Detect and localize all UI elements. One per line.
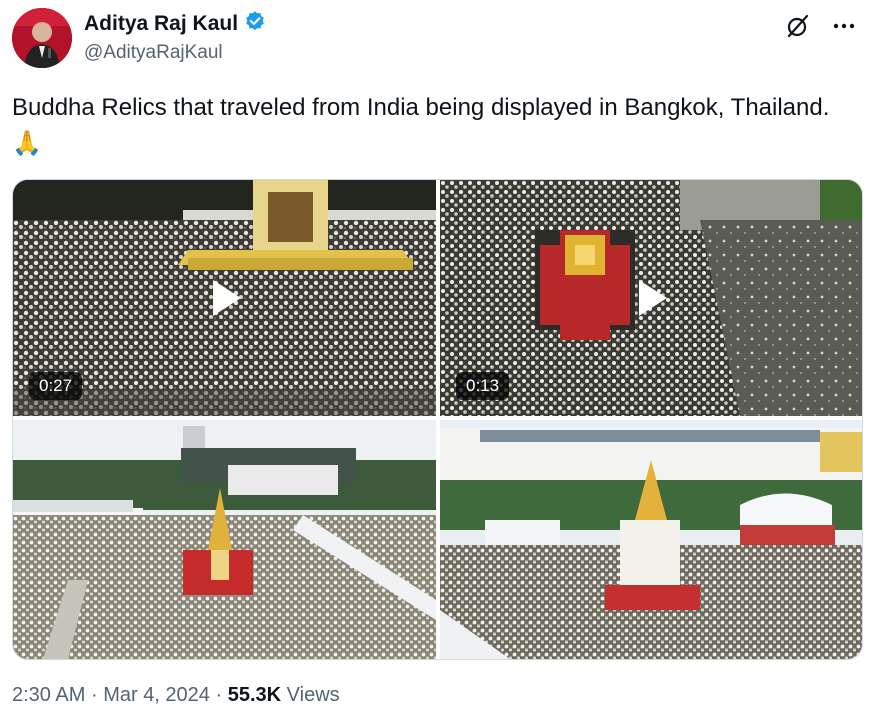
- views-label: Views: [286, 684, 340, 706]
- meta-separator: ·: [90, 684, 98, 706]
- play-icon[interactable]: [620, 267, 682, 329]
- header-actions: [784, 12, 858, 40]
- author-handle[interactable]: @AdityaRajKaul: [84, 42, 223, 64]
- media-image-1[interactable]: [13, 420, 436, 659]
- tweet-date[interactable]: Mar 4, 2024: [103, 684, 210, 706]
- more-dots-icon[interactable]: [830, 12, 858, 40]
- meta-separator: ·: [215, 684, 223, 706]
- media-grid: 0:27 0:13: [12, 179, 863, 660]
- tweet-text: Buddha Relics that traveled from India b…: [12, 94, 830, 157]
- play-icon[interactable]: [194, 267, 256, 329]
- grok-icon[interactable]: [784, 12, 812, 40]
- video-duration-badge: 0:13: [456, 372, 510, 400]
- tweet-header: Aditya Raj Kaul @AdityaRajKaul: [12, 8, 858, 68]
- media-video-1[interactable]: 0:27: [13, 180, 436, 416]
- media-video-2[interactable]: 0:13: [440, 180, 862, 416]
- avatar[interactable]: [12, 8, 72, 68]
- tweet-time[interactable]: 2:30 AM: [12, 684, 85, 706]
- views-count[interactable]: 55.3K: [228, 684, 281, 706]
- video-duration-badge: 0:27: [29, 372, 83, 400]
- media-image-2[interactable]: [440, 420, 862, 659]
- tweet-meta: 2:30 AM · Mar 4, 2024 · 55.3K Views: [12, 684, 340, 707]
- author-name-row: Aditya Raj Kaul: [84, 10, 266, 37]
- author-name[interactable]: Aditya Raj Kaul: [84, 12, 238, 36]
- verified-badge-icon: [244, 10, 266, 37]
